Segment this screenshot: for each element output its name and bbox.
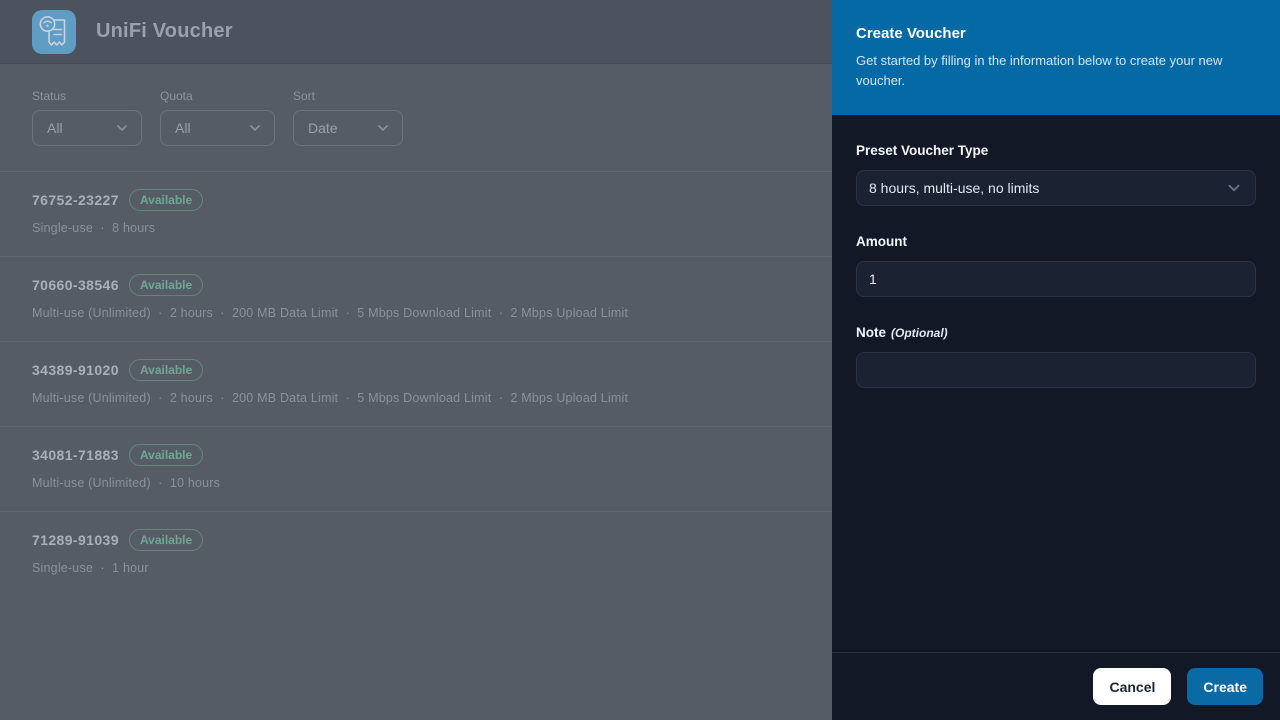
preset-voucher-type-value: 8 hours, multi-use, no limits — [869, 180, 1039, 196]
status-filter-label: Status — [32, 89, 142, 103]
panel-title: Create Voucher — [856, 25, 1256, 42]
note-label: Note (Optional) — [856, 325, 1256, 340]
chevron-down-icon — [247, 120, 263, 136]
quota-filter-select[interactable]: All — [160, 110, 275, 146]
sort-filter-select[interactable]: Date — [293, 110, 403, 146]
panel-header: Create Voucher Get started by filling in… — [832, 0, 1280, 115]
status-badge: Available — [129, 274, 203, 296]
filter-quota: Quota All — [160, 89, 275, 146]
filter-status: Status All — [32, 89, 142, 146]
voucher-code: 76752-23227 — [32, 192, 119, 208]
voucher-code: 71289-91039 — [32, 532, 119, 548]
cancel-button[interactable]: Cancel — [1093, 668, 1171, 705]
status-badge: Available — [129, 189, 203, 211]
note-optional-suffix: (Optional) — [891, 326, 948, 340]
note-input[interactable] — [856, 352, 1256, 388]
amount-label: Amount — [856, 234, 1256, 249]
status-badge: Available — [129, 444, 203, 466]
amount-field-group: Amount — [856, 234, 1256, 297]
sort-filter-label: Sort — [293, 89, 403, 103]
preset-voucher-type-label: Preset Voucher Type — [856, 143, 1256, 158]
status-filter-select[interactable]: All — [32, 110, 142, 146]
note-label-text: Note — [856, 325, 886, 340]
quota-filter-label: Quota — [160, 89, 275, 103]
panel-footer: Cancel Create — [832, 652, 1280, 720]
create-voucher-panel: Create Voucher Get started by filling in… — [832, 0, 1280, 720]
sort-filter-value: Date — [308, 120, 338, 136]
chevron-down-icon — [375, 120, 391, 136]
create-button[interactable]: Create — [1187, 668, 1263, 705]
status-badge: Available — [129, 359, 203, 381]
panel-body: Preset Voucher Type 8 hours, multi-use, … — [832, 115, 1280, 652]
chevron-down-icon — [1225, 179, 1243, 197]
page-title: UniFi Voucher — [96, 20, 233, 43]
voucher-code: 34389-91020 — [32, 362, 119, 378]
voucher-code: 34081-71883 — [32, 447, 119, 463]
status-badge: Available — [129, 529, 203, 551]
note-field-group: Note (Optional) — [856, 325, 1256, 388]
amount-input[interactable] — [856, 261, 1256, 297]
voucher-receipt-icon — [32, 10, 76, 54]
status-filter-value: All — [47, 120, 63, 136]
preset-voucher-type-select[interactable]: 8 hours, multi-use, no limits — [856, 170, 1256, 206]
preset-voucher-type-field: Preset Voucher Type 8 hours, multi-use, … — [856, 143, 1256, 206]
quota-filter-value: All — [175, 120, 191, 136]
chevron-down-icon — [114, 120, 130, 136]
filter-sort: Sort Date — [293, 89, 403, 146]
panel-subtitle: Get started by filling in the informatio… — [856, 51, 1248, 91]
voucher-code: 70660-38546 — [32, 277, 119, 293]
